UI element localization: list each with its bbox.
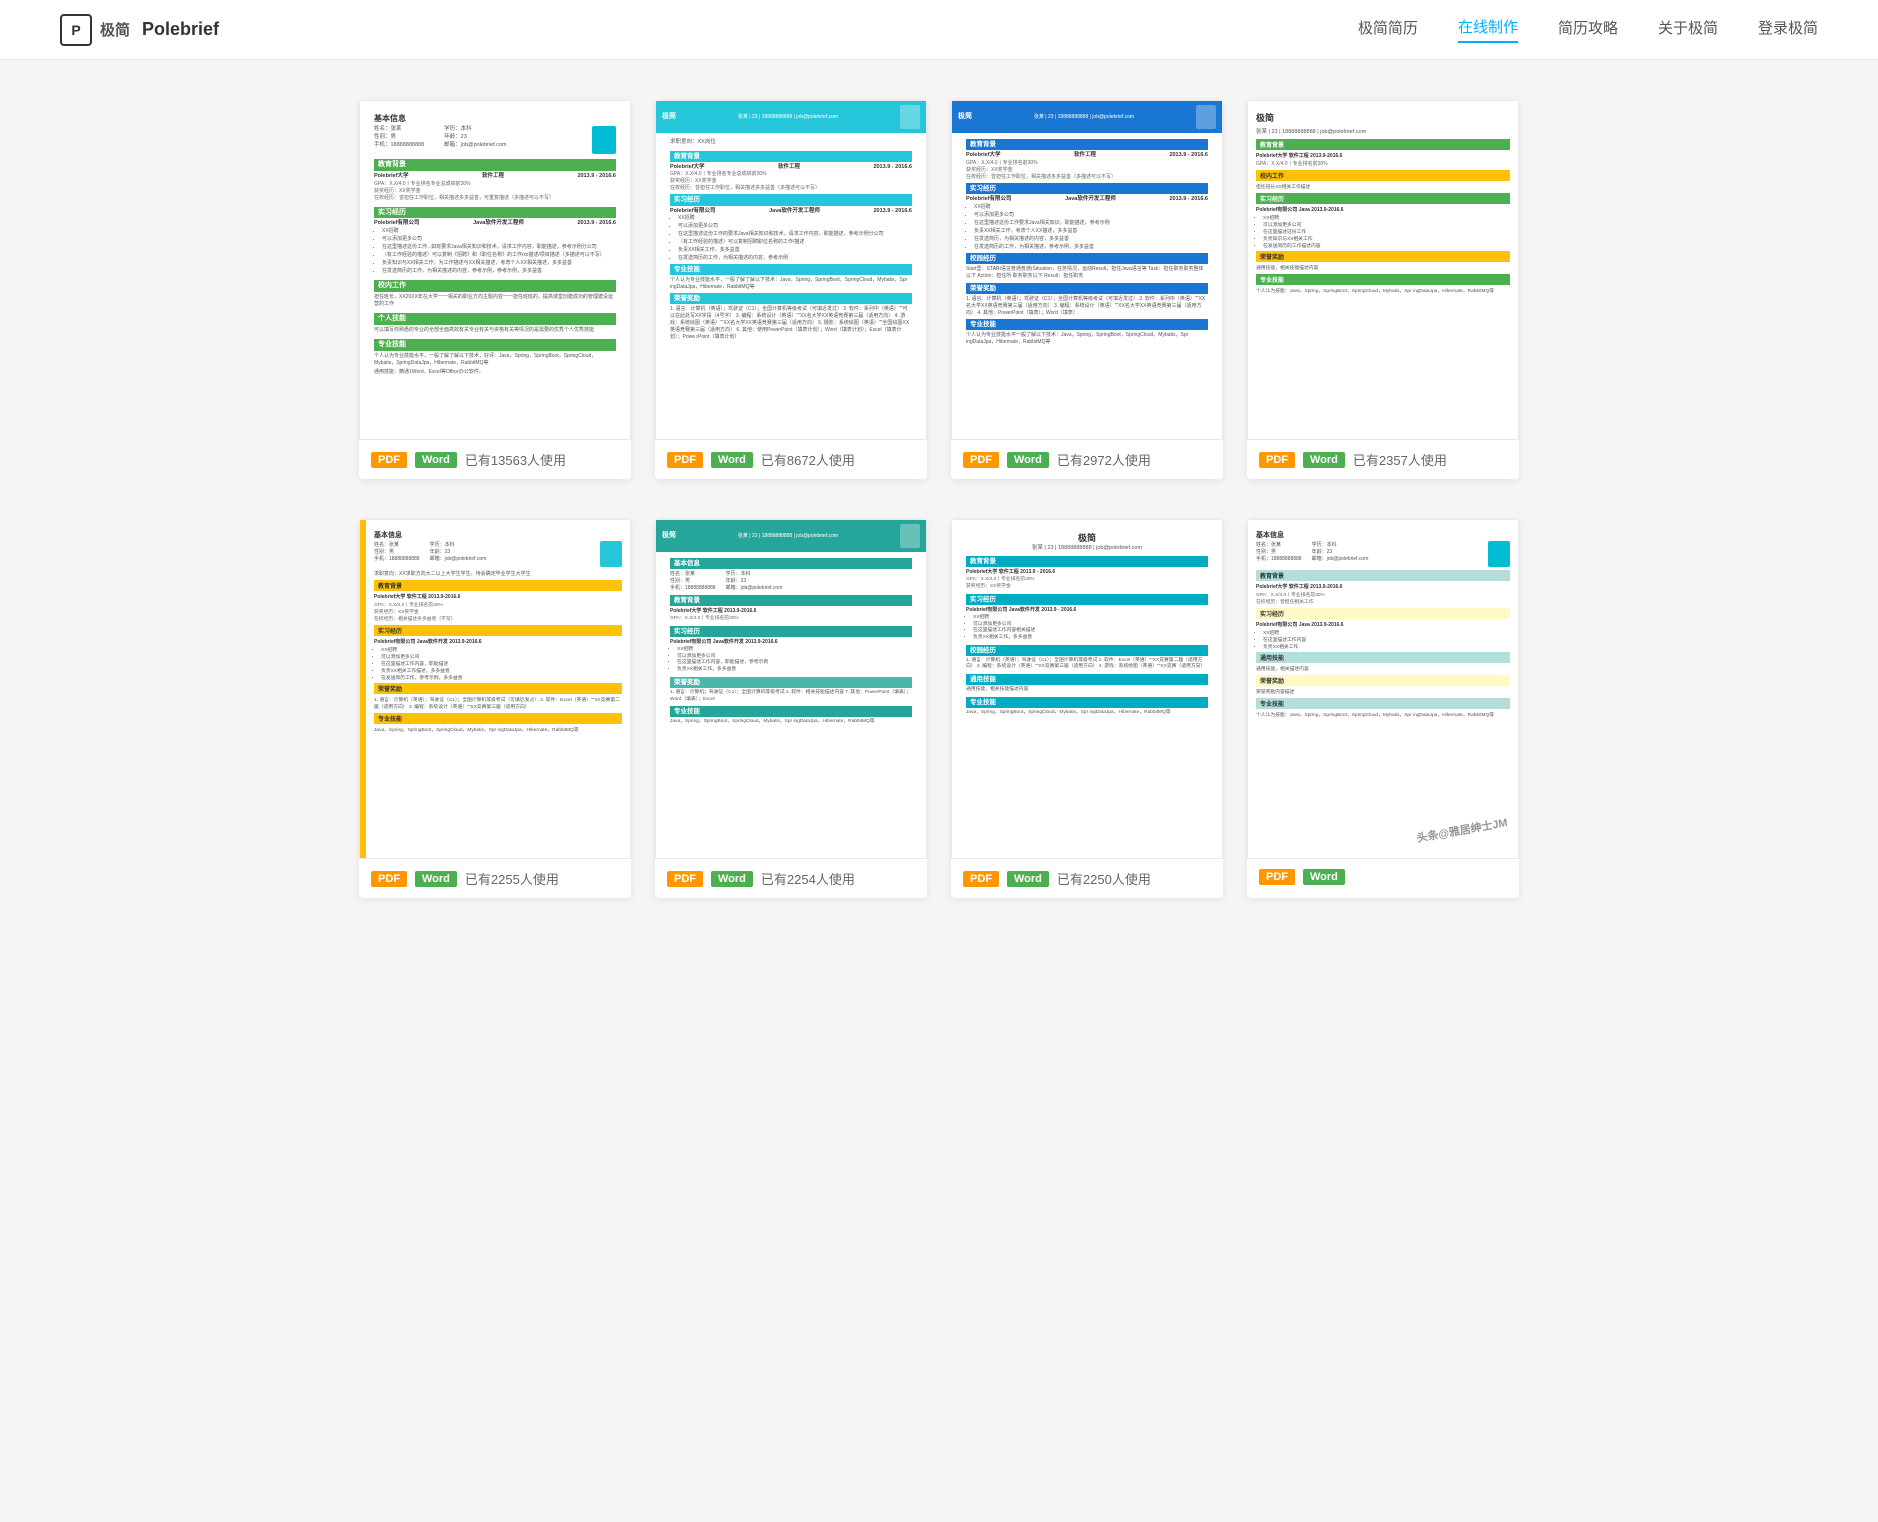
nav-jianjianli[interactable]: 极简简历 — [1358, 17, 1418, 42]
usage-count-7: 已有2250人使用 — [1057, 869, 1151, 888]
nav-about[interactable]: 关于极简 — [1658, 17, 1718, 42]
template-preview-2: 极简 张某 | 23 | 18888888888 | job@polebrief… — [655, 100, 927, 440]
logo-en: Polebrief — [142, 19, 219, 40]
pdf-badge-8: PDF — [1259, 869, 1295, 885]
template-card-5[interactable]: 基本信息 姓名：张某性别：男手机：18888888888 学历：本科年龄：23邮… — [359, 519, 631, 898]
resume-content-3: 极简 张某 | 23 | 18888888888 | job@polebrief… — [952, 101, 1222, 439]
template-preview-7: 极简 张某 | 23 | 18888888888 | job@polebrief… — [951, 519, 1223, 859]
pdf-badge-3: PDF — [963, 452, 999, 468]
template-preview-1: 基本信息 姓名：张某性别：男手机：18888888888 学历：本科年龄：23邮… — [359, 100, 631, 440]
usage-count-3: 已有2972人使用 — [1057, 450, 1151, 469]
word-badge-2: Word — [711, 452, 753, 468]
word-badge-7: Word — [1007, 871, 1049, 887]
pdf-badge-1: PDF — [371, 452, 407, 468]
template-footer-5: PDF Word 已有2255人使用 — [359, 859, 631, 898]
word-badge-4: Word — [1303, 452, 1345, 468]
templates-row-1: 基本信息 姓名：张某性别：男手机：18888888888 学历：本科年龄：23邮… — [359, 100, 1519, 479]
template-footer-2: PDF Word 已有8672人使用 — [655, 440, 927, 479]
template-preview-6: 极简 张某 | 23 | 18888888888 | job@polebrief… — [655, 519, 927, 859]
resume-content-7: 极简 张某 | 23 | 18888888888 | job@polebrief… — [952, 520, 1222, 858]
templates-row-2: 基本信息 姓名：张某性别：男手机：18888888888 学历：本科年龄：23邮… — [359, 519, 1519, 898]
pdf-badge-4: PDF — [1259, 452, 1295, 468]
template-footer-6: PDF Word 已有2254人使用 — [655, 859, 927, 898]
usage-count-4: 已有2357人使用 — [1353, 450, 1447, 469]
word-badge-1: Word — [415, 452, 457, 468]
resume-content-1: 基本信息 姓名：张某性别：男手机：18888888888 学历：本科年龄：23邮… — [360, 101, 630, 439]
template-card-6[interactable]: 极简 张某 | 23 | 18888888888 | job@polebrief… — [655, 519, 927, 898]
nav-online[interactable]: 在线制作 — [1458, 16, 1518, 43]
header: P 极简 Polebrief 极简简历 在线制作 简历攻略 关于极简 登录极简 — [0, 0, 1878, 60]
template-card-3[interactable]: 极简 张某 | 23 | 18888888888 | job@polebrief… — [951, 100, 1223, 479]
template-footer-4: PDF Word 已有2357人使用 — [1247, 440, 1519, 479]
resume-content-2: 极简 张某 | 23 | 18888888888 | job@polebrief… — [656, 101, 926, 439]
usage-count-1: 已有13563人使用 — [465, 450, 566, 469]
pdf-badge-7: PDF — [963, 871, 999, 887]
resume-content-6: 极简 张某 | 23 | 18888888888 | job@polebrief… — [656, 520, 926, 858]
template-card-7[interactable]: 极简 张某 | 23 | 18888888888 | job@polebrief… — [951, 519, 1223, 898]
nav-login[interactable]: 登录极简 — [1758, 17, 1818, 42]
usage-count-5: 已有2255人使用 — [465, 869, 559, 888]
usage-count-6: 已有2254人使用 — [761, 869, 855, 888]
pdf-badge-6: PDF — [667, 871, 703, 887]
template-preview-3: 极简 张某 | 23 | 18888888888 | job@polebrief… — [951, 100, 1223, 440]
template-footer-1: PDF Word 已有13563人使用 — [359, 440, 631, 479]
template-footer-3: PDF Word 已有2972人使用 — [951, 440, 1223, 479]
logo: P 极简 Polebrief — [60, 14, 219, 46]
template-card-1[interactable]: 基本信息 姓名：张某性别：男手机：18888888888 学历：本科年龄：23邮… — [359, 100, 631, 479]
usage-count-2: 已有8672人使用 — [761, 450, 855, 469]
template-card-8[interactable]: 基本信息 姓名：张某性别：男手机：18888888888 学历：本科年龄：23邮… — [1247, 519, 1519, 898]
pdf-badge-2: PDF — [667, 452, 703, 468]
template-footer-8: PDF Word — [1247, 859, 1519, 895]
word-badge-6: Word — [711, 871, 753, 887]
logo-icon: P — [60, 14, 92, 46]
template-preview-8: 基本信息 姓名：张某性别：男手机：18888888888 学历：本科年龄：23邮… — [1247, 519, 1519, 859]
word-badge-8: Word — [1303, 869, 1345, 885]
pdf-badge-5: PDF — [371, 871, 407, 887]
main-nav: 极简简历 在线制作 简历攻略 关于极简 登录极简 — [1358, 16, 1818, 43]
logo-cn: 极简 — [100, 19, 130, 40]
template-card-4[interactable]: 极简 张某 | 23 | 18888888888 | job@polebrief… — [1247, 100, 1519, 479]
template-preview-5: 基本信息 姓名：张某性别：男手机：18888888888 学历：本科年龄：23邮… — [359, 519, 631, 859]
template-preview-4: 极简 张某 | 23 | 18888888888 | job@polebrief… — [1247, 100, 1519, 440]
word-badge-3: Word — [1007, 452, 1049, 468]
word-badge-5: Word — [415, 871, 457, 887]
nav-strategy[interactable]: 简历攻略 — [1558, 17, 1618, 42]
template-footer-7: PDF Word 已有2250人使用 — [951, 859, 1223, 898]
template-card-2[interactable]: 极简 张某 | 23 | 18888888888 | job@polebrief… — [655, 100, 927, 479]
main-content: 基本信息 姓名：张某性别：男手机：18888888888 学历：本科年龄：23邮… — [339, 100, 1539, 898]
